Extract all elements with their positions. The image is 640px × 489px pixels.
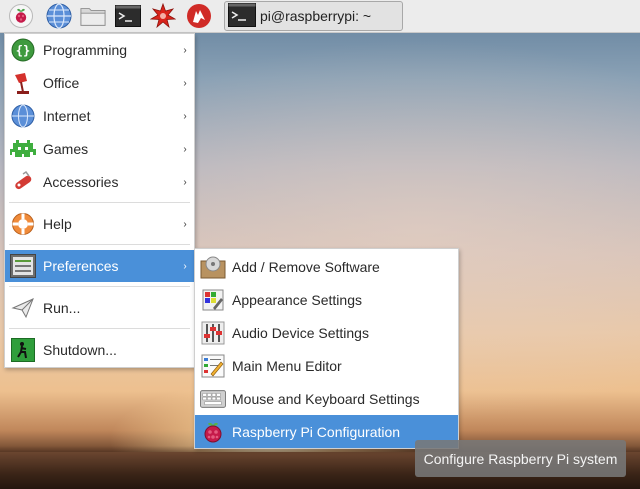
- menu-separator: [9, 244, 190, 245]
- office-icon: [10, 70, 36, 96]
- menu-item-programming[interactable]: {} Programming ›: [5, 34, 194, 66]
- menu-item-run[interactable]: Run...: [5, 292, 194, 324]
- chevron-right-icon: ›: [183, 176, 187, 188]
- menu-item-games[interactable]: Games ›: [5, 133, 194, 165]
- chevron-right-icon: ›: [183, 143, 187, 155]
- chevron-right-icon: ›: [183, 218, 187, 230]
- wolfram-icon[interactable]: [186, 3, 212, 29]
- menu-item-accessories[interactable]: Accessories ›: [5, 166, 194, 198]
- submenu-item-main-menu-editor[interactable]: Main Menu Editor: [195, 349, 458, 382]
- menu-item-internet[interactable]: Internet ›: [5, 100, 194, 132]
- svg-text:{}: {}: [16, 44, 30, 58]
- terminal-task-button[interactable]: pi@raspberrypi: ~: [224, 1, 403, 31]
- raspberry-menu-icon[interactable]: [8, 3, 34, 29]
- games-icon: [10, 136, 36, 162]
- submenu-item-audio-device-settings[interactable]: Audio Device Settings: [195, 316, 458, 349]
- terminal-icon[interactable]: [115, 3, 141, 29]
- programming-icon: {}: [10, 37, 36, 63]
- submenu-item-mouse-keyboard-settings[interactable]: Mouse and Keyboard Settings: [195, 382, 458, 415]
- menu-separator: [9, 328, 190, 329]
- internet-icon: [10, 103, 36, 129]
- chevron-right-icon: ›: [183, 44, 187, 56]
- menu-editor-icon: [200, 353, 226, 379]
- appearance-icon: [200, 287, 226, 313]
- terminal-icon: [228, 2, 256, 30]
- mathematica-icon[interactable]: [150, 3, 176, 29]
- help-icon: [10, 211, 36, 237]
- run-icon: [10, 295, 36, 321]
- shutdown-icon: [10, 337, 36, 363]
- task-label: pi@raspberrypi: ~: [260, 8, 372, 24]
- submenu-item-add-remove-software[interactable]: Add / Remove Software: [195, 250, 458, 283]
- application-menu: {} Programming › Office › Internet › Gam…: [4, 33, 195, 368]
- chevron-right-icon: ›: [183, 260, 187, 272]
- chevron-right-icon: ›: [183, 77, 187, 89]
- raspberry-config-icon: [200, 419, 226, 445]
- menu-separator: [9, 286, 190, 287]
- menu-item-office[interactable]: Office ›: [5, 67, 194, 99]
- web-browser-icon[interactable]: [46, 3, 72, 29]
- menu-item-help[interactable]: Help ›: [5, 208, 194, 240]
- taskbar: pi@raspberrypi: ~: [0, 0, 640, 33]
- menu-item-preferences[interactable]: Preferences ›: [5, 250, 194, 282]
- keyboard-icon: [200, 386, 226, 412]
- file-manager-icon[interactable]: [80, 3, 106, 29]
- menu-item-shutdown[interactable]: Shutdown...: [5, 334, 194, 366]
- tooltip: Configure Raspberry Pi system: [415, 440, 626, 477]
- accessories-icon: [10, 169, 36, 195]
- software-icon: [200, 254, 226, 280]
- submenu-item-appearance-settings[interactable]: Appearance Settings: [195, 283, 458, 316]
- chevron-right-icon: ›: [183, 110, 187, 122]
- audio-icon: [200, 320, 226, 346]
- preferences-icon: [10, 253, 36, 279]
- preferences-submenu: Add / Remove Software Appearance Setting…: [194, 248, 459, 449]
- menu-separator: [9, 202, 190, 203]
